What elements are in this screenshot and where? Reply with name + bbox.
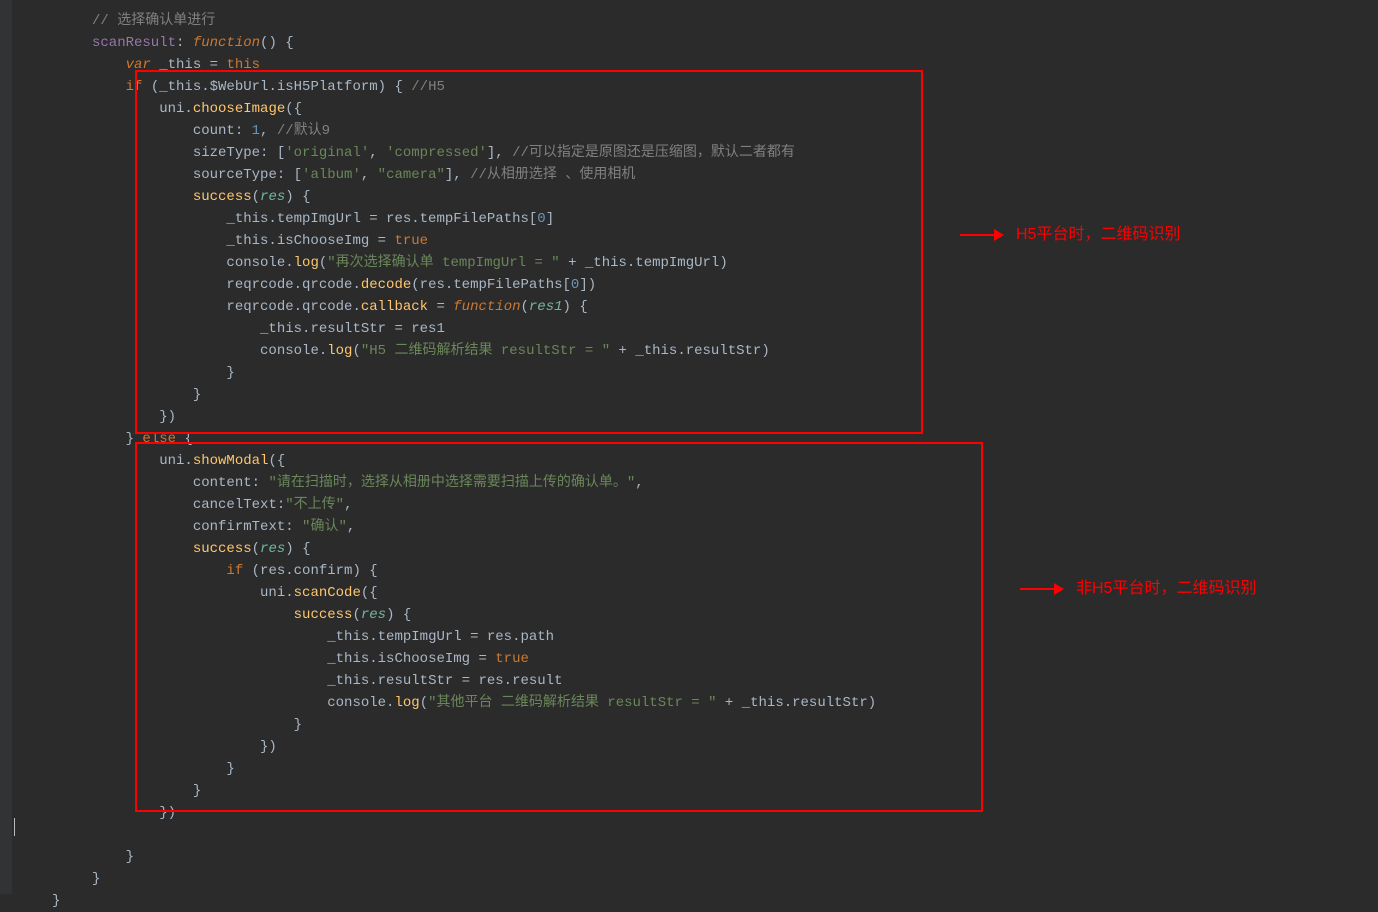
text-cursor	[14, 818, 15, 836]
code-line: confirmText: "确认",	[12, 516, 876, 538]
code-line: uni.showModal({	[12, 450, 876, 472]
code-line: content: "请在扫描时，选择从相册中选择需要扫描上传的确认单。",	[12, 472, 876, 494]
code-line: console.log("H5 二维码解析结果 resultStr = " + …	[12, 340, 876, 362]
code-line: }	[12, 714, 876, 736]
code-line: if (res.confirm) {	[12, 560, 876, 582]
code-line: var _this = this	[12, 54, 876, 76]
code-line: _this.resultStr = res1	[12, 318, 876, 340]
annotation-2: 非H5平台时，二维码识别	[1020, 578, 1256, 600]
code-line: uni.scanCode({	[12, 582, 876, 604]
code-editor[interactable]: // 选择确认单进行 scanResult: function() { var …	[12, 0, 876, 912]
code-line: _this.isChooseImg = true	[12, 648, 876, 670]
code-line: _this.tempImgUrl = res.path	[12, 626, 876, 648]
arrow-icon	[960, 234, 1002, 236]
code-line: })	[12, 406, 876, 428]
code-line: if (_this.$WebUrl.isH5Platform) { //H5	[12, 76, 876, 98]
code-line: }	[12, 846, 876, 868]
annotation-text: H5平台时，二维码识别	[1016, 224, 1180, 246]
code-line: _this.tempImgUrl = res.tempFilePaths[0]	[12, 208, 876, 230]
code-line: }	[12, 868, 876, 890]
code-line: console.log("其他平台 二维码解析结果 resultStr = " …	[12, 692, 876, 714]
code-line: scanResult: function() {	[12, 32, 876, 54]
code-line: cancelText:"不上传",	[12, 494, 876, 516]
code-line: }	[12, 890, 876, 912]
code-line	[12, 824, 876, 846]
code-line: _this.resultStr = res.result	[12, 670, 876, 692]
editor-gutter	[0, 0, 12, 894]
code-line: }	[12, 384, 876, 406]
code-line: success(res) {	[12, 186, 876, 208]
code-line: reqrcode.qrcode.decode(res.tempFilePaths…	[12, 274, 876, 296]
annotation-1: H5平台时，二维码识别	[960, 224, 1180, 246]
annotation-text: 非H5平台时，二维码识别	[1076, 578, 1256, 600]
arrow-icon	[1020, 588, 1062, 590]
code-line: } else {	[12, 428, 876, 450]
code-line: reqrcode.qrcode.callback = function(res1…	[12, 296, 876, 318]
code-line: }	[12, 362, 876, 384]
code-line: sourceType: ['album', "camera"], //从相册选择…	[12, 164, 876, 186]
code-line: uni.chooseImage({	[12, 98, 876, 120]
code-line: }	[12, 780, 876, 802]
code-line: })	[12, 802, 876, 824]
code-line: }	[12, 758, 876, 780]
code-line: // 选择确认单进行	[12, 10, 876, 32]
code-line: sizeType: ['original', 'compressed'], //…	[12, 142, 876, 164]
code-line: success(res) {	[12, 538, 876, 560]
code-line: count: 1, //默认9	[12, 120, 876, 142]
code-line: success(res) {	[12, 604, 876, 626]
code-line: })	[12, 736, 876, 758]
code-line: _this.isChooseImg = true	[12, 230, 876, 252]
code-line: console.log("再次选择确认单 tempImgUrl = " + _t…	[12, 252, 876, 274]
